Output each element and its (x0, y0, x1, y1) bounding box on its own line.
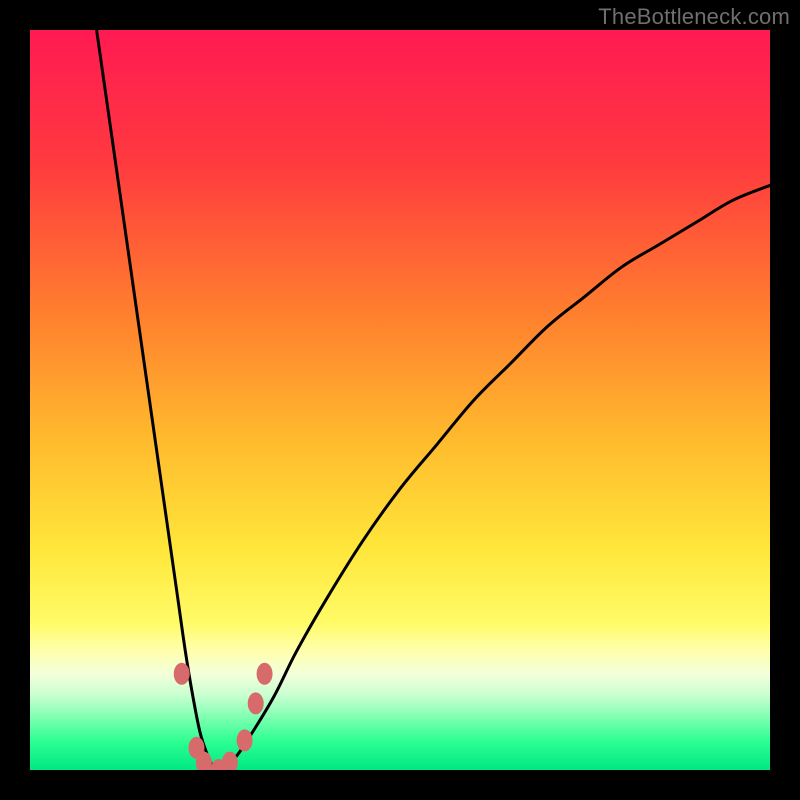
watermark-text: TheBottleneck.com (598, 4, 790, 30)
marker-point (174, 663, 190, 685)
bottleneck-chart (30, 30, 770, 770)
chart-frame: TheBottleneck.com (0, 0, 800, 800)
marker-point (248, 692, 264, 714)
marker-point (237, 729, 253, 751)
marker-point (257, 663, 273, 685)
gradient-background (30, 30, 770, 770)
plot-area (30, 30, 770, 770)
